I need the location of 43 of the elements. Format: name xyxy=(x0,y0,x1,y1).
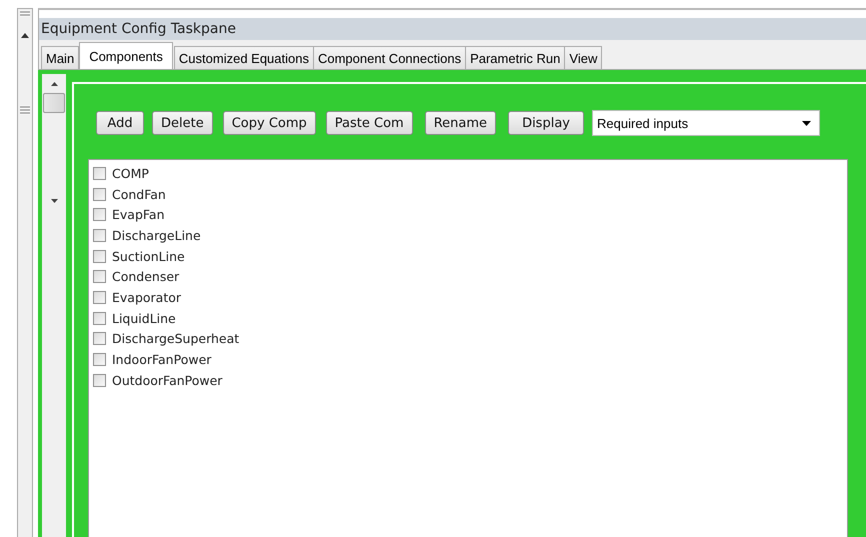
component-label: Condenser xyxy=(112,269,180,284)
component-label: IndoorFanPower xyxy=(112,352,212,368)
checkbox[interactable] xyxy=(93,270,106,284)
checkbox[interactable] xyxy=(93,290,106,304)
scrollbar[interactable] xyxy=(42,74,66,537)
up-arrow-icon[interactable] xyxy=(50,82,58,86)
checkbox[interactable] xyxy=(93,188,106,201)
checkbox[interactable] xyxy=(93,250,106,263)
checkbox[interactable] xyxy=(93,228,106,242)
component-label: Evaporator xyxy=(112,290,182,305)
scroll-thumb[interactable] xyxy=(43,93,65,113)
component-label: DischargeSuperheat xyxy=(112,331,240,346)
toolbar-button[interactable]: Add xyxy=(96,111,144,135)
component-label: EvapFan xyxy=(112,207,165,222)
tab[interactable]: Component Connections xyxy=(312,46,466,69)
tab[interactable]: Components xyxy=(79,42,173,69)
grip-icon xyxy=(20,106,30,114)
component-label: OutdoorFanPower xyxy=(112,372,222,388)
down-arrow-icon[interactable] xyxy=(50,199,58,203)
toolbar-button[interactable]: Rename xyxy=(424,111,496,135)
tab[interactable]: Parametric Run xyxy=(465,46,566,69)
component-label: COMP xyxy=(112,166,149,181)
up-arrow-icon xyxy=(21,33,29,38)
component-label: LiquidLine xyxy=(112,310,176,326)
tab[interactable]: Customized Equations xyxy=(174,46,314,69)
component-label: SuctionLine xyxy=(112,248,185,264)
checkbox[interactable] xyxy=(93,374,106,387)
display-dropdown[interactable]: Required inputs xyxy=(592,110,820,136)
window-title: Equipment Config Taskpane xyxy=(38,18,866,40)
toolbar-button[interactable]: Display xyxy=(508,111,584,135)
checkbox[interactable] xyxy=(93,353,106,366)
toolbar-button[interactable]: Delete xyxy=(152,111,213,135)
toolbar-button[interactable]: Copy Comp xyxy=(222,111,316,135)
tab[interactable]: View xyxy=(564,46,602,69)
toolbar-button[interactable]: Paste Com xyxy=(326,111,413,135)
component-label: CondFan xyxy=(112,186,166,202)
checkbox[interactable] xyxy=(93,166,106,180)
checkbox[interactable] xyxy=(93,208,106,222)
dropdown-arrow-icon xyxy=(802,120,812,126)
checkbox[interactable] xyxy=(93,312,106,325)
checkbox[interactable] xyxy=(93,332,106,346)
tab[interactable]: Main xyxy=(41,46,80,69)
component-label: DischargeLine xyxy=(112,228,201,243)
